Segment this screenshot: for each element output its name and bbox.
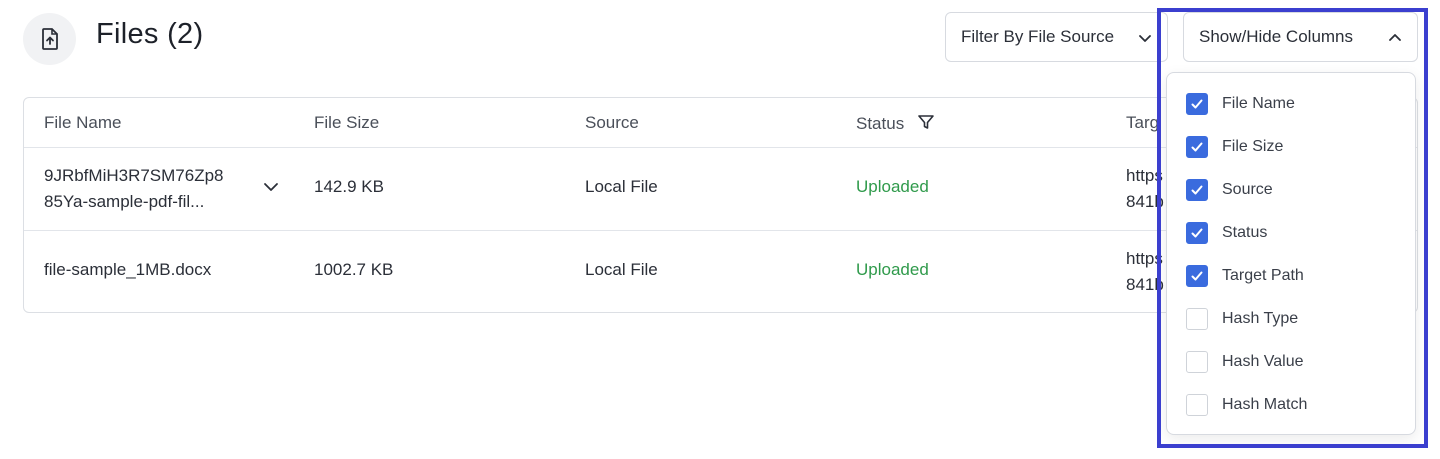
chevron-up-icon [1389, 34, 1401, 41]
file-name-line: 85Ya-sample-pdf-fil... [44, 192, 205, 211]
check-icon [1191, 99, 1203, 108]
column-toggle-file-name[interactable]: File Name [1167, 82, 1415, 125]
file-name-cell: 9JRbfMiH3R7SM76Zp8 85Ya-sample-pdf-fil..… [44, 163, 224, 215]
checkbox[interactable] [1186, 393, 1208, 416]
column-toggle-source[interactable]: Source [1167, 168, 1415, 211]
chevron-down-icon[interactable] [262, 179, 280, 195]
target-path-line: 841b [1126, 275, 1164, 294]
check-icon [1191, 228, 1203, 237]
checkbox[interactable] [1186, 135, 1208, 158]
checkbox[interactable] [1186, 92, 1208, 115]
column-toggle-label: Hash Value [1222, 352, 1304, 370]
file-upload-icon [23, 13, 76, 65]
check-icon [1191, 142, 1203, 151]
checkbox[interactable] [1186, 264, 1208, 287]
chevron-down-icon [1139, 35, 1151, 42]
filter-by-source-button[interactable]: Filter By File Source [945, 12, 1168, 62]
column-toggle-status[interactable]: Status [1167, 211, 1415, 254]
file-size-cell: 142.9 KB [314, 177, 384, 196]
column-header-target-path[interactable]: Targ [1126, 113, 1159, 133]
column-toggle-label: Hash Match [1222, 395, 1308, 413]
check-icon [1191, 271, 1203, 280]
column-header-file-size[interactable]: File Size [314, 113, 379, 133]
column-toggle-label: File Name [1222, 94, 1295, 112]
check-icon [1191, 185, 1203, 194]
column-toggle-file-size[interactable]: File Size [1167, 125, 1415, 168]
target-path-cell: https 841b [1126, 163, 1164, 215]
column-toggle-label: File Size [1222, 137, 1284, 155]
source-cell: Local File [585, 260, 658, 279]
column-toggle-label: Status [1222, 223, 1268, 241]
target-path-line: https [1126, 166, 1163, 185]
column-header-file-name[interactable]: File Name [44, 113, 121, 133]
columns-dropdown-menu: File Name File Size Source Status Target… [1166, 72, 1416, 435]
checkbox[interactable] [1186, 221, 1208, 244]
column-header-source[interactable]: Source [585, 113, 639, 133]
checkbox[interactable] [1186, 178, 1208, 201]
checkbox[interactable] [1186, 307, 1208, 330]
show-hide-columns-button[interactable]: Show/Hide Columns [1183, 12, 1418, 62]
column-toggle-hash-match[interactable]: Hash Match [1167, 383, 1415, 426]
column-toggle-label: Hash Type [1222, 309, 1299, 327]
file-size-cell: 1002.7 KB [314, 260, 394, 279]
file-name-cell: file-sample_1MB.docx [44, 260, 212, 279]
target-path-cell: https 841b [1126, 246, 1164, 298]
column-header-status[interactable]: Status [856, 113, 935, 134]
status-cell: Uploaded [856, 260, 929, 279]
target-path-line: https [1126, 249, 1163, 268]
column-toggle-label: Target Path [1222, 266, 1304, 284]
column-header-status-label: Status [856, 114, 905, 133]
checkbox[interactable] [1186, 350, 1208, 373]
target-path-line: 841b [1126, 192, 1164, 211]
column-toggle-hash-type[interactable]: Hash Type [1167, 297, 1415, 340]
column-toggle-label: Source [1222, 180, 1273, 198]
show-hide-columns-label: Show/Hide Columns [1199, 27, 1354, 46]
filter-icon[interactable] [917, 113, 935, 131]
column-toggle-hash-value[interactable]: Hash Value [1167, 340, 1415, 383]
file-name-line: 9JRbfMiH3R7SM76Zp8 [44, 166, 224, 185]
filter-by-source-label: Filter By File Source [961, 27, 1115, 46]
page-title: Files (2) [96, 18, 204, 50]
status-cell: Uploaded [856, 177, 929, 196]
column-toggle-target-path[interactable]: Target Path [1167, 254, 1415, 297]
source-cell: Local File [585, 177, 658, 196]
